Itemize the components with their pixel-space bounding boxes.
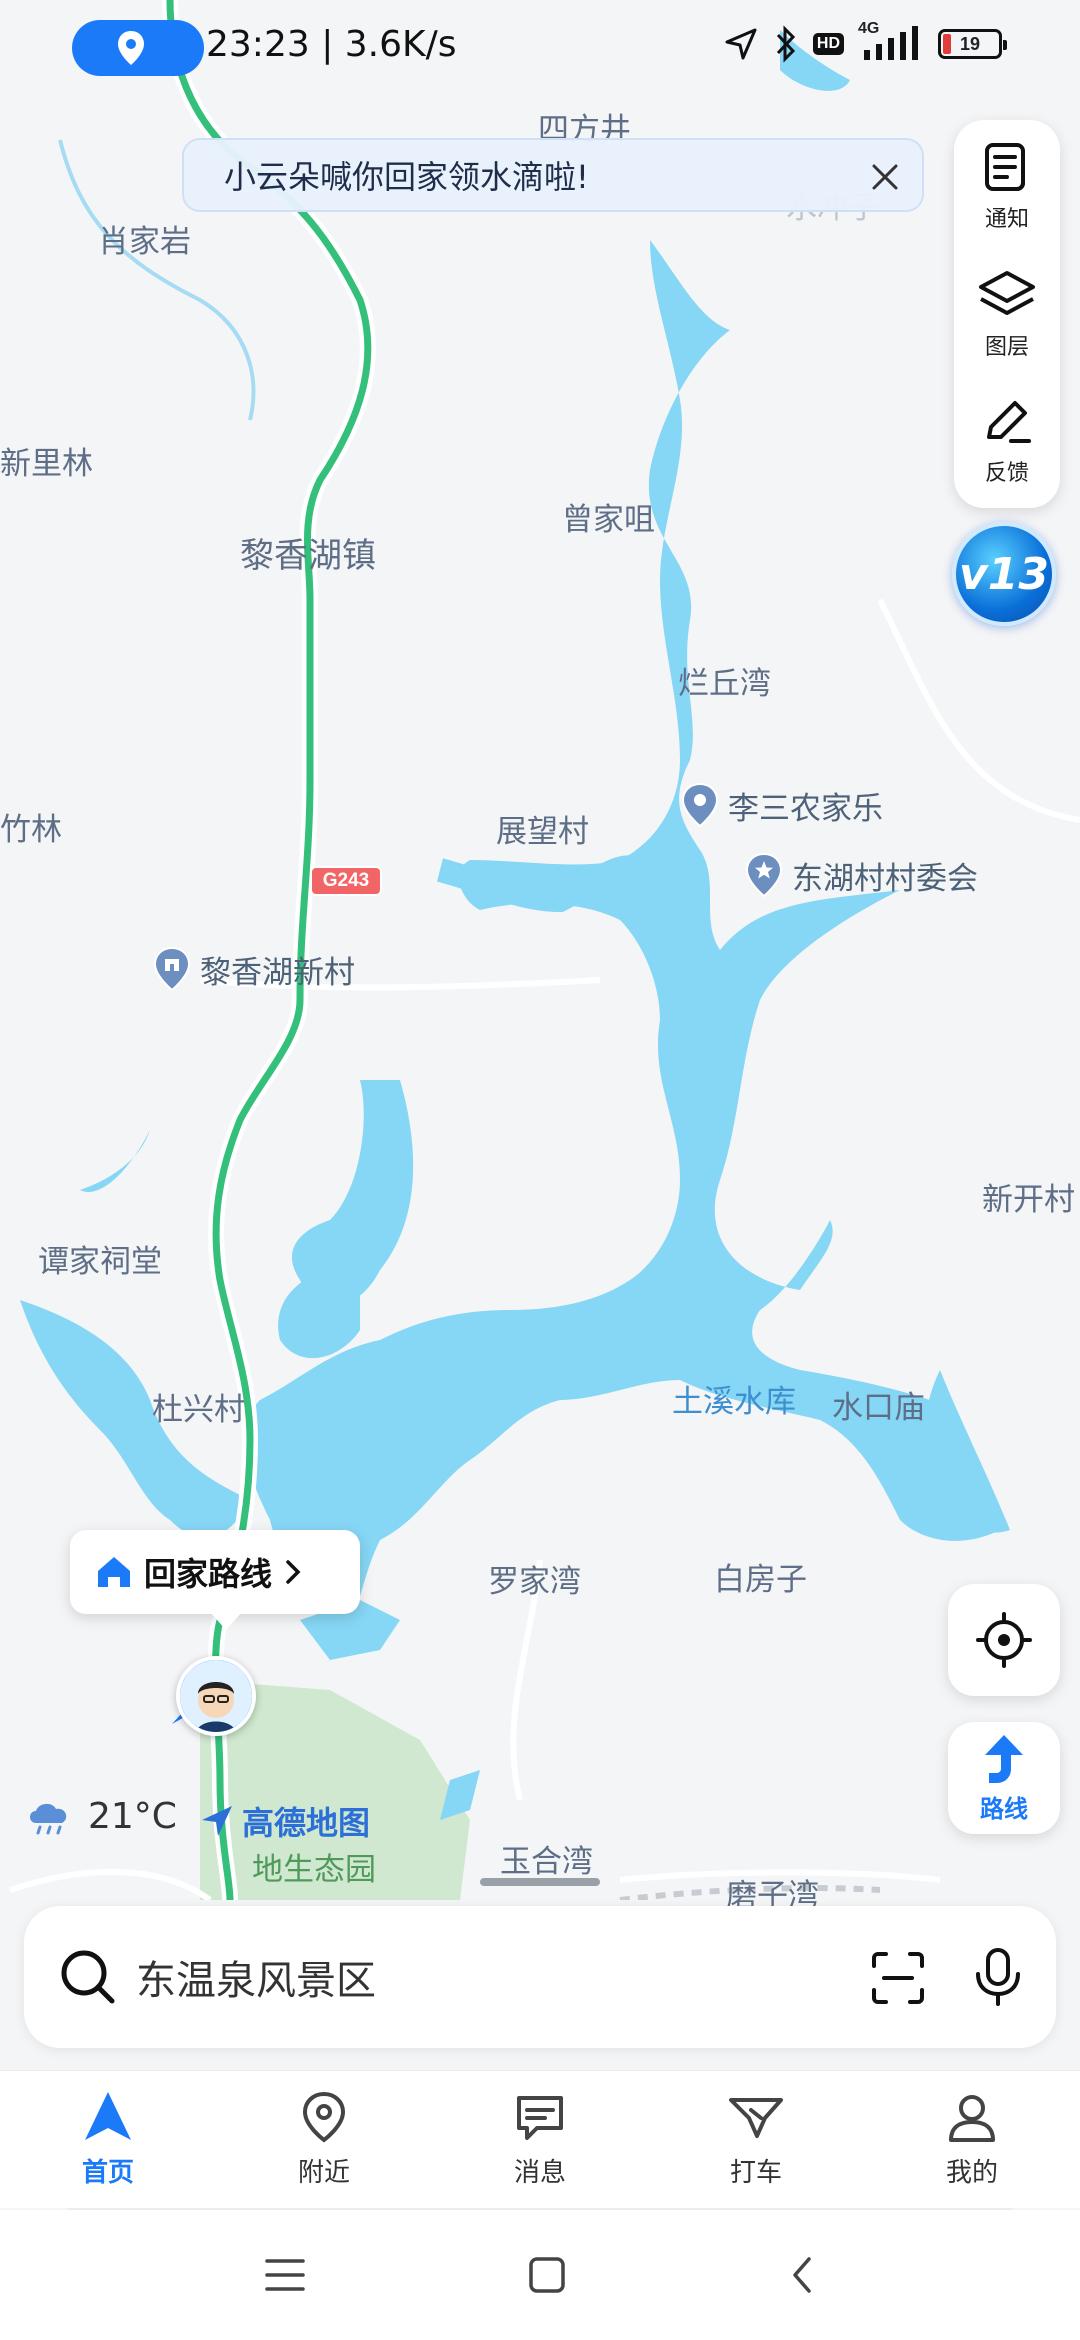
microphone-icon[interactable] <box>970 1946 1026 2008</box>
message-icon <box>517 2096 563 2140</box>
tab-label: 打车 <box>729 2158 782 2188</box>
taxi-icon <box>729 2098 783 2138</box>
tab-label: 首页 <box>81 2158 134 2188</box>
home-route-label: 回家路线 <box>144 1555 273 1593</box>
layers-icon <box>979 271 1035 315</box>
person-icon <box>949 2095 995 2142</box>
feedback-label: 反馈 <box>984 461 1029 486</box>
poi-lixianghuxincun[interactable]: 黎香湖新村 <box>152 946 355 992</box>
menu-icon[interactable] <box>263 2255 307 2295</box>
locate-me-button[interactable] <box>948 1584 1060 1696</box>
brand-logo: 高德地图 <box>200 1798 370 1844</box>
signal-strength-icon: 4G <box>858 20 924 64</box>
map-label-luojiawan: 罗家湾 <box>488 1564 581 1600</box>
tab-home[interactable]: 首页 <box>0 2071 216 2208</box>
tab-profile[interactable]: 我的 <box>864 2071 1080 2208</box>
tab-taxi[interactable]: 打车 <box>648 2071 864 2208</box>
map-label-shengtaiyuan: 地生态园 <box>252 1852 376 1888</box>
crosshair-locate-icon <box>976 1612 1032 1668</box>
location-pin-icon <box>302 2091 346 2143</box>
map-label-baifangzi: 白房子 <box>714 1562 807 1598</box>
map-label-xiaojiayan: 肖家岩 <box>98 224 191 260</box>
back-icon[interactable] <box>787 2255 817 2295</box>
tab-messages[interactable]: 消息 <box>432 2071 648 2208</box>
map-label-tanjiacitang: 谭家祠堂 <box>38 1244 162 1280</box>
search-input[interactable]: 东温泉风景区 <box>136 1948 376 2006</box>
map-tools-panel: 通知 图层 反馈 <box>954 120 1060 508</box>
poi-label: 东湖村村委会 <box>792 860 978 897</box>
star-pin-icon <box>745 852 783 898</box>
banner-text: 小云朵喊你回家领水滴啦! <box>224 158 589 196</box>
poi-label: 李三农家乐 <box>728 790 883 827</box>
location-pin-icon <box>118 31 144 65</box>
map-label-zhulin: 竹林 <box>0 812 62 848</box>
promo-banner[interactable]: 小云朵喊你回家领水滴啦! <box>182 138 924 212</box>
map-label-tuxishuiku: 土溪水库 <box>672 1384 796 1420</box>
close-icon[interactable] <box>862 154 908 200</box>
route-button[interactable]: 路线 <box>948 1722 1060 1834</box>
home-square-icon[interactable] <box>527 2255 567 2295</box>
tab-label: 我的 <box>945 2158 998 2188</box>
sheet-grab-handle[interactable] <box>480 1878 600 1886</box>
scan-icon[interactable] <box>870 1950 926 2006</box>
cloud-rain-icon <box>30 1803 67 1834</box>
poi-label: 黎香湖新村 <box>200 954 355 991</box>
battery-icon: 19 <box>938 29 1007 59</box>
notification-document-icon <box>985 143 1025 191</box>
status-icons: HD 4G 19 <box>723 20 1007 64</box>
location-indicator <box>72 20 204 76</box>
status-time: 23:23 | 3.6K/s <box>206 24 457 65</box>
navigation-arrow-icon <box>85 2092 131 2140</box>
map-label-zengjiaju: 曾家咀 <box>562 502 655 538</box>
feedback-button[interactable]: 反馈 <box>954 378 1060 502</box>
layers-button[interactable]: 图层 <box>954 252 1060 376</box>
battery-level: 19 <box>959 33 981 54</box>
user-avatar-icon <box>180 1660 252 1732</box>
tab-label: 消息 <box>513 2158 566 2188</box>
map-canvas[interactable]: G243 四方井 肖家岩 水冲子 新里林 黎香湖镇 曾家咀 烂丘湾 竹林 展望村… <box>0 0 1080 1914</box>
version-badge[interactable]: v13 <box>952 522 1056 626</box>
tab-nearby[interactable]: 附近 <box>216 2071 432 2208</box>
hd-badge: HD <box>812 33 844 55</box>
avatar[interactable] <box>176 1656 256 1736</box>
weather-widget[interactable]: 21°C <box>24 1796 177 1837</box>
system-navigation-bar <box>0 2210 1080 2340</box>
road-shield-g243: G243 <box>310 866 382 896</box>
search-icon <box>61 1950 115 2004</box>
map-label-lixianghuzhen: 黎香湖镇 <box>240 536 376 576</box>
search-bar[interactable]: 东温泉风景区 <box>24 1906 1056 2048</box>
brand-name: 高德地图 <box>242 1804 371 1842</box>
notify-label: 通知 <box>984 207 1029 232</box>
edit-pencil-icon <box>987 401 1031 443</box>
poi-lisannongjiale[interactable]: 李三农家乐 <box>680 782 883 828</box>
home-route-button[interactable]: 回家路线 <box>70 1530 360 1630</box>
map-label-xinlilin: 新里林 <box>0 446 93 482</box>
map-label-xinkaicun: 新开村 <box>982 1182 1075 1218</box>
bottom-tab-bar: 首页 附近 消息 打车 我的 <box>0 2070 1080 2208</box>
status-bar: 23:23 | 3.6K/s HD 4G 19 <box>0 0 1080 100</box>
amap-logo-icon <box>202 1806 232 1836</box>
map-label-yuhewan: 玉合湾 <box>500 1844 593 1880</box>
tab-label: 附近 <box>297 2158 350 2188</box>
layers-label: 图层 <box>984 335 1029 360</box>
weather-temp: 21°C <box>88 1796 177 1837</box>
poi-donghucun[interactable]: 东湖村村委会 <box>744 852 978 898</box>
bluetooth-icon <box>776 25 795 63</box>
route-label: 路线 <box>980 1794 1028 1823</box>
map-label-lanqiuwan: 烂丘湾 <box>678 666 771 702</box>
notify-button[interactable]: 通知 <box>954 124 1060 248</box>
map-label-duxingcun: 杜兴村 <box>152 1392 245 1428</box>
navigation-active-icon <box>725 28 757 60</box>
building-pin-icon <box>153 946 191 992</box>
map-label-shuikoumiao: 水口庙 <box>832 1390 925 1426</box>
route-arrow-icon <box>985 1734 1023 1783</box>
home-icon <box>98 1557 130 1587</box>
map-label-zhanwangcun: 展望村 <box>496 814 589 850</box>
chevron-right-icon <box>286 1560 301 1584</box>
poi-pin-icon <box>681 782 719 828</box>
